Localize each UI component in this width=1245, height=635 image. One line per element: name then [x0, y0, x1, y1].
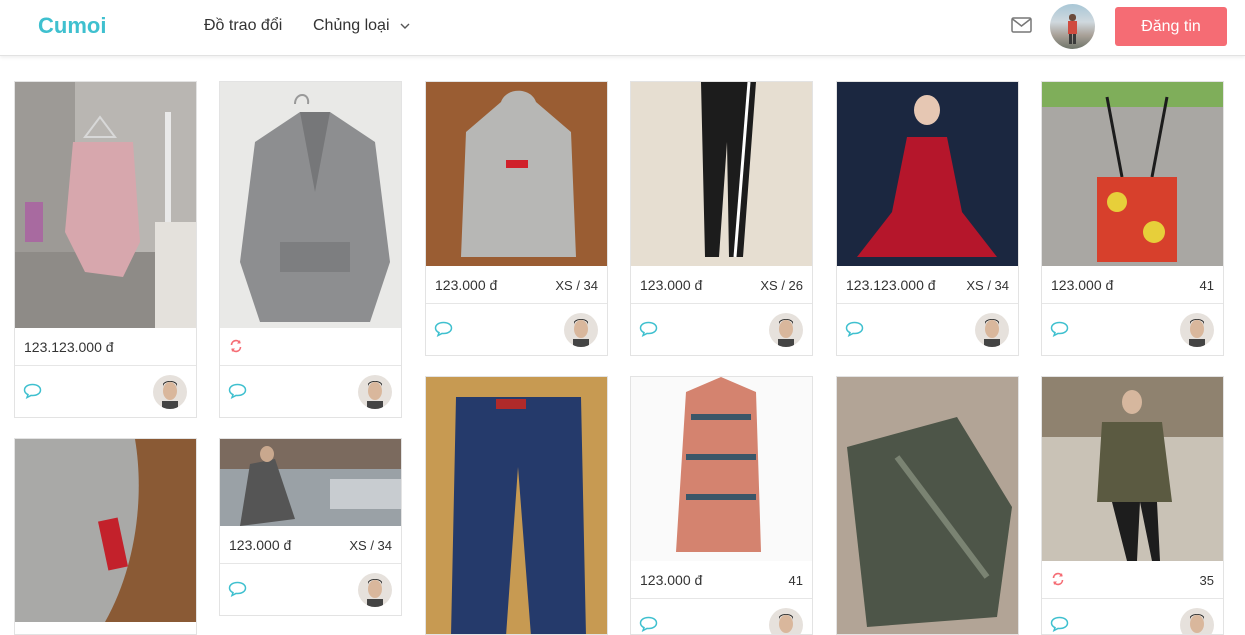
product-footer	[837, 304, 1018, 355]
product-info: 123.123.000 đ	[15, 328, 196, 366]
product-footer	[1042, 304, 1223, 355]
product-info: 35	[1042, 561, 1223, 599]
product-image[interactable]	[220, 439, 401, 526]
chat-bubble-icon[interactable]	[23, 383, 42, 399]
product-image[interactable]	[837, 82, 1018, 266]
user-avatar[interactable]	[1050, 4, 1095, 49]
product-image[interactable]	[15, 82, 196, 328]
product-size: XS / 34	[555, 278, 598, 293]
product-card[interactable]: 123.123.000 đ XS / 34	[836, 81, 1019, 356]
seller-avatar[interactable]	[358, 573, 392, 607]
product-info: 123.000 đ XS / 34	[220, 526, 401, 564]
product-size: 41	[1199, 278, 1214, 293]
post-listing-button[interactable]: Đăng tin	[1115, 7, 1227, 46]
product-card[interactable]	[836, 376, 1019, 635]
product-size: 35	[1199, 573, 1214, 588]
product-card[interactable]	[425, 376, 608, 635]
product-footer	[631, 599, 812, 634]
product-size: XS / 26	[760, 278, 803, 293]
product-price: 123.000 đ	[435, 277, 498, 293]
seller-avatar[interactable]	[153, 375, 187, 409]
product-card[interactable]: 123.000 đ 41	[1041, 81, 1224, 356]
seller-avatar[interactable]	[1180, 608, 1214, 634]
product-info: 123.123.000 đ XS / 34	[837, 266, 1018, 304]
product-image[interactable]	[1042, 82, 1223, 266]
product-card[interactable]: 123.000 đ XS / 26	[630, 81, 813, 356]
chevron-down-icon[interactable]	[400, 21, 410, 31]
product-footer	[426, 304, 607, 355]
swap-icon	[1052, 572, 1064, 586]
product-card[interactable]: 123.000 đ 41	[630, 376, 813, 635]
product-info: 123.000 đ 41	[631, 561, 812, 599]
seller-avatar[interactable]	[769, 313, 803, 347]
product-card[interactable]	[14, 438, 197, 635]
product-price: 123.000 đ	[640, 277, 703, 293]
product-image[interactable]	[837, 377, 1018, 634]
product-info: 123.000 đ XS / 34	[426, 266, 607, 304]
product-image[interactable]	[15, 439, 196, 622]
product-card[interactable]: 35	[1041, 376, 1224, 635]
chat-bubble-icon[interactable]	[639, 616, 658, 632]
product-image[interactable]	[631, 82, 812, 266]
product-info	[220, 328, 401, 366]
seller-avatar[interactable]	[564, 313, 598, 347]
swap-icon	[230, 339, 242, 353]
chat-bubble-icon[interactable]	[1050, 616, 1069, 632]
chat-bubble-icon[interactable]	[434, 321, 453, 337]
product-image[interactable]	[426, 82, 607, 266]
product-size: 41	[788, 573, 803, 588]
product-price: 123.000 đ	[229, 537, 292, 553]
logo[interactable]: Cumoi	[38, 13, 106, 39]
product-price: 123.123.000 đ	[24, 339, 114, 355]
chat-bubble-icon[interactable]	[639, 321, 658, 337]
product-card[interactable]: 123.123.000 đ	[14, 81, 197, 418]
product-card[interactable]: 123.000 đ XS / 34	[425, 81, 608, 356]
mail-icon[interactable]	[1011, 17, 1032, 33]
product-info: 123.000 đ 41	[1042, 266, 1223, 304]
product-price: 123.123.000 đ	[846, 277, 936, 293]
product-price: 123.000 đ	[640, 572, 703, 588]
chat-bubble-icon[interactable]	[845, 321, 864, 337]
product-info: 123.000 đ XS / 26	[631, 266, 812, 304]
seller-avatar[interactable]	[1180, 313, 1214, 347]
product-footer	[220, 366, 401, 417]
chat-bubble-icon[interactable]	[228, 581, 247, 597]
product-footer	[15, 366, 196, 417]
product-image[interactable]	[631, 377, 812, 561]
product-size: XS / 34	[966, 278, 1009, 293]
product-card[interactable]: 123.000 đ XS / 34	[219, 438, 402, 616]
nav-category[interactable]: Chủng loại	[313, 17, 390, 35]
seller-avatar[interactable]	[975, 313, 1009, 347]
product-card[interactable]	[219, 81, 402, 418]
product-image[interactable]	[426, 377, 607, 634]
seller-avatar[interactable]	[769, 608, 803, 634]
product-image[interactable]	[1042, 377, 1223, 561]
product-image[interactable]	[220, 82, 401, 328]
top-navbar: Cumoi Đồ trao đổi Chủng loại Đăng tin	[0, 0, 1245, 56]
seller-avatar[interactable]	[358, 375, 392, 409]
product-footer	[631, 304, 812, 355]
chat-bubble-icon[interactable]	[228, 383, 247, 399]
product-footer	[1042, 599, 1223, 634]
product-price: 123.000 đ	[1051, 277, 1114, 293]
nav-exchange[interactable]: Đồ trao đổi	[204, 17, 282, 35]
chat-bubble-icon[interactable]	[1050, 321, 1069, 337]
product-footer	[220, 564, 401, 615]
product-size: XS / 34	[349, 538, 392, 553]
